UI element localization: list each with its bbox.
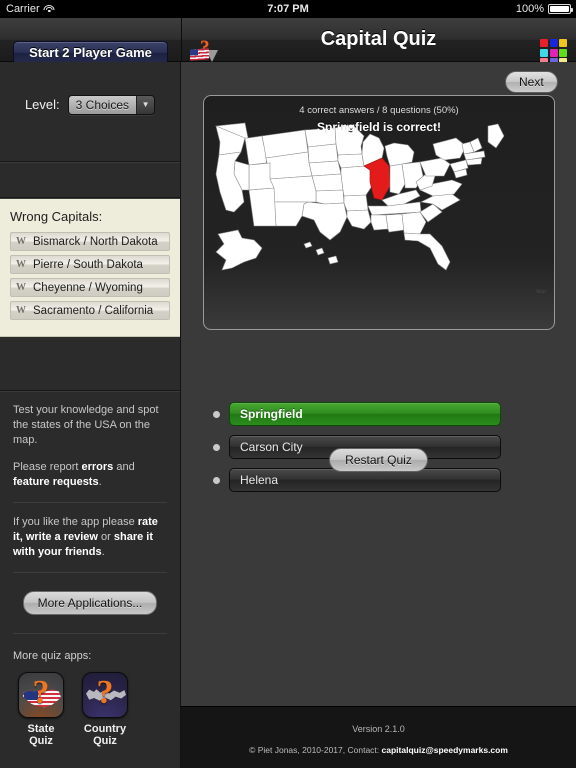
report-prefix: Please report	[13, 461, 82, 473]
more-quiz-apps-label: More quiz apps:	[13, 650, 92, 662]
grid-cell	[540, 48, 548, 57]
restart-quiz-button[interactable]: Restart Quiz	[329, 448, 428, 472]
app-root: Carrier 7:07 PM 100% Start 2 Player Game…	[0, 0, 576, 768]
errors-link[interactable]: errors	[81, 461, 113, 473]
level-select[interactable]: 3 Choices ▼	[67, 94, 156, 115]
divider	[13, 633, 167, 634]
more-quiz-apps-row: ? State Quiz ? Country Quiz	[0, 672, 180, 747]
answer-bullet-icon	[213, 476, 220, 484]
rate-mid: or	[97, 531, 114, 543]
state-quiz-app-icon: ?	[18, 672, 64, 718]
answer-button-0[interactable]: Springfield	[229, 402, 501, 426]
wrong-capital-label: Sacramento / California	[33, 304, 154, 317]
grid-cell	[559, 39, 567, 47]
info-paragraph-report: Please report errors and feature request…	[13, 460, 167, 490]
quiz-score-text: 4 correct answers / 8 questions (50%)	[299, 105, 459, 116]
list-item[interactable]: W Pierre / South Dakota	[10, 255, 170, 274]
level-section: Level: 3 Choices ▼	[0, 62, 180, 162]
wrong-capital-label: Bismarck / North Dakota	[33, 235, 158, 248]
wrong-marker-icon: W	[16, 282, 26, 293]
rate-prefix: If you like the app please	[13, 516, 138, 528]
grid-cell	[549, 48, 558, 57]
wrong-capitals-title: Wrong Capitals:	[10, 209, 103, 224]
chevron-down-icon: ▼	[136, 95, 155, 114]
battery-percent-label: 100%	[515, 3, 544, 15]
status-bar-clock: 7:07 PM	[267, 3, 309, 15]
info-paragraph-rate: If you like the app please rate it, writ…	[13, 515, 167, 560]
grid-cell	[540, 39, 548, 47]
wrong-capitals-panel: Wrong Capitals: W Bismarck / North Dakot…	[0, 198, 180, 337]
wrong-marker-icon: W	[16, 259, 26, 270]
app-tile-country-quiz[interactable]: ? Country Quiz	[82, 672, 128, 747]
question-mark-glyph: ?	[32, 673, 50, 711]
quiz-result-text: Springfield is correct!	[316, 120, 442, 134]
divider	[13, 502, 167, 503]
wrong-capital-label: Cheyenne / Wyoming	[33, 281, 143, 294]
question-mark-glyph: ?	[96, 673, 114, 711]
sidebar: Level: 3 Choices ▼ Wrong Capitals: W Bis…	[0, 62, 181, 768]
grid-cell	[549, 39, 558, 47]
country-quiz-app-icon: ?	[82, 672, 128, 718]
map-header: 4 correct answers / 8 questions (50%) Sp…	[204, 96, 554, 134]
answer-row: Springfield	[213, 402, 501, 426]
app-label: Country Quiz	[83, 723, 127, 747]
main-content: 4 correct answers / 8 questions (50%) Sp…	[181, 62, 576, 768]
sidebar-spacer-2	[0, 337, 180, 391]
status-bar-right: 100%	[515, 3, 573, 15]
report-suffix: .	[98, 476, 102, 488]
restart-row: Restart Quiz	[181, 448, 576, 472]
version-label: Version 2.1.0	[352, 724, 405, 734]
copyright-label: © Piet Jonas, 2010-2017, Contact: capita…	[181, 745, 576, 755]
info-section: Test your knowledge and spot the states …	[0, 391, 180, 650]
wrong-marker-icon: W	[16, 236, 26, 247]
more-applications-row: More Applications...	[13, 585, 167, 629]
more-applications-button[interactable]: More Applications...	[22, 591, 158, 615]
app-label: State Quiz	[27, 723, 55, 747]
sidebar-spacer-1	[0, 162, 180, 198]
feature-requests-link[interactable]: feature requests	[13, 476, 99, 488]
footer: Version 2.1.0 © Piet Jonas, 2010-2017, C…	[181, 706, 576, 768]
map-credit: Map	[536, 289, 546, 295]
wrong-marker-icon: W	[16, 305, 26, 316]
usa-map[interactable]	[204, 122, 555, 307]
divider	[13, 572, 167, 573]
list-item[interactable]: W Bismarck / North Dakota	[10, 232, 170, 251]
list-item[interactable]: W Cheyenne / Wyoming	[10, 278, 170, 297]
status-bar: Carrier 7:07 PM 100%	[0, 0, 576, 18]
app-tile-state-quiz[interactable]: ? State Quiz	[18, 672, 64, 747]
nav-bar: Start 2 Player Game ? Capital Quiz	[0, 18, 576, 66]
answer-bullet-icon	[213, 410, 220, 418]
rate-suffix: .	[101, 546, 105, 558]
wrong-capital-label: Pierre / South Dakota	[33, 258, 143, 271]
next-button[interactable]: Next	[505, 71, 558, 93]
grid-cell	[559, 48, 567, 57]
level-select-value: 3 Choices	[68, 95, 137, 114]
contact-email-link[interactable]: capitalquiz@speedymarks.com	[382, 745, 508, 755]
copyright-prefix: © Piet Jonas, 2010-2017, Contact:	[249, 745, 382, 755]
info-paragraph-description: Test your knowledge and spot the states …	[13, 404, 159, 446]
report-mid: and	[113, 461, 135, 473]
battery-full-icon	[548, 4, 573, 14]
map-panel[interactable]: 4 correct answers / 8 questions (50%) Sp…	[203, 95, 555, 330]
list-item[interactable]: W Sacramento / California	[10, 301, 170, 320]
page-title: Capital Quiz	[320, 28, 437, 50]
level-label: Level:	[24, 97, 60, 112]
